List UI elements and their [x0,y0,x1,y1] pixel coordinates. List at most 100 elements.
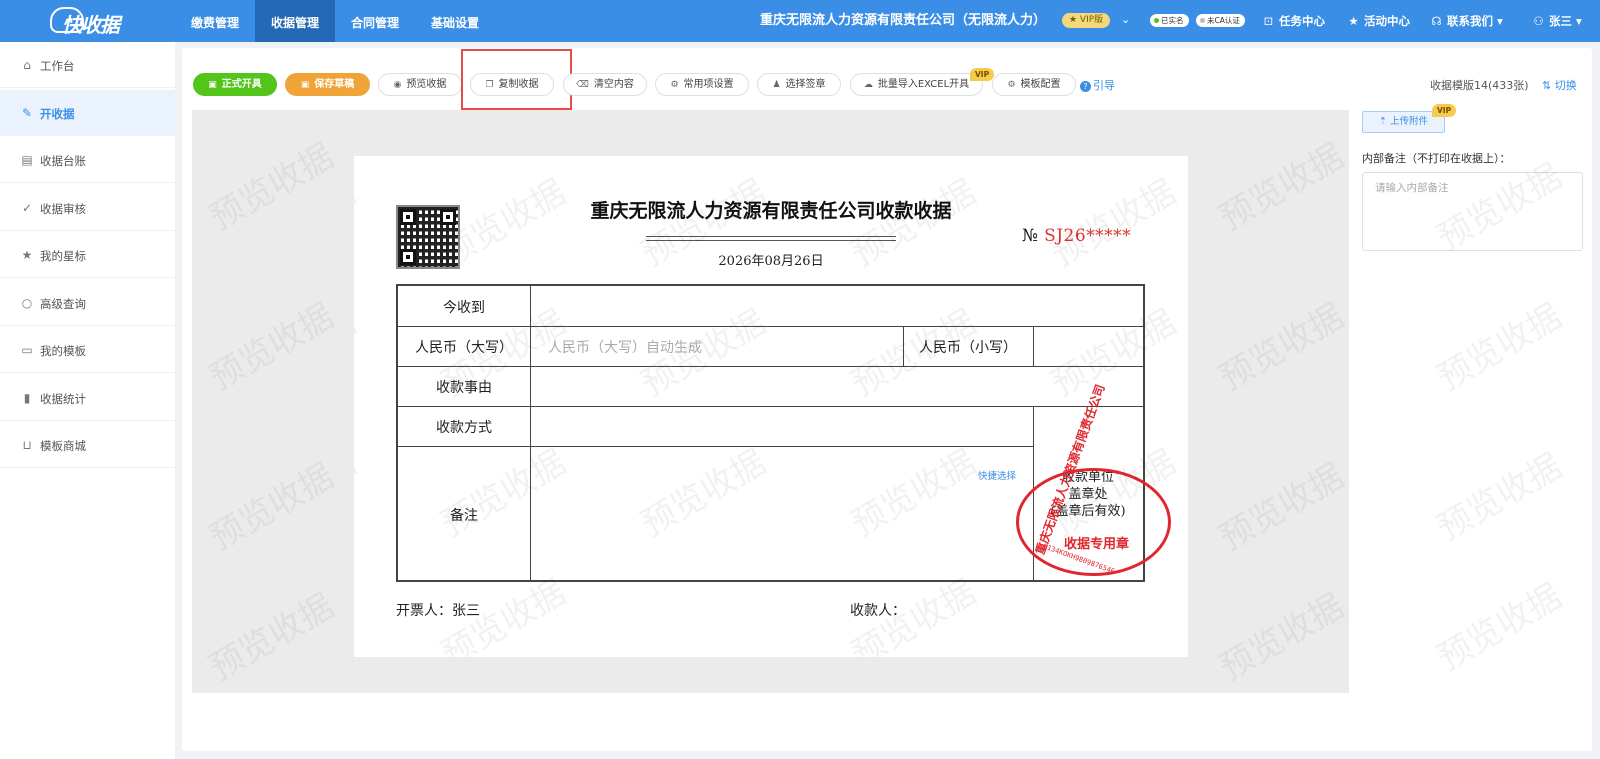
nav-contract-management[interactable]: 合同管理 [335,0,415,42]
rmb-lower-input[interactable] [1034,327,1143,366]
select-signature-button[interactable]: ♟ 选择签章 [757,73,841,96]
title-underline [646,240,896,241]
main-nav: 缴费管理 收据管理 合同管理 基础设置 [175,0,495,42]
user-menu[interactable]: ⚇ 张三 ▾ [1532,0,1581,42]
nav-payment-management[interactable]: 缴费管理 [175,0,255,42]
title-underline [646,236,896,237]
watermark: 预览收据 [202,136,341,239]
rmb-lower-label: 人民币（小写） [919,340,1017,356]
template-info: 收据模版14(433张) [1430,79,1529,92]
check-circle-icon: ✓ [21,201,33,215]
status-dot-icon [1200,18,1205,23]
payment-method-input[interactable] [531,407,1033,446]
logo-text: 快收据 [62,13,120,37]
sidebar-item-advanced-search[interactable]: ○ 高级查询 [0,280,175,326]
received-from-label: 今收到 [443,300,485,316]
internal-note-label: 内部备注（不打印在收据上）： [1362,152,1511,165]
sidebar-item-issue-receipt[interactable]: ✎ 开收据 [0,90,175,136]
receipt-number: № SJ26***** [1022,226,1132,246]
user-icon: ⚇ [1533,14,1544,28]
eraser-icon: ⌫ [576,80,589,90]
vip-badge[interactable]: ★ VIP版 [1062,13,1111,28]
swap-icon: ⇅ [1542,79,1552,92]
cloud-upload-icon: ☁ [863,80,873,90]
cart-icon: ⊔ [22,438,32,452]
watermark: 预览收据 [354,302,363,405]
gear-icon: ⚙ [670,80,679,90]
preview-receipt-button[interactable]: ◉ 预览收据 [378,73,462,96]
bar-chart-icon: ▮ [23,391,31,405]
watermark: 预览收据 [202,456,341,559]
contact-us-link[interactable]: ☊ 联系我们 ▾ [1430,0,1502,42]
verified-badge[interactable]: 已实名 [1150,14,1189,27]
home-icon: ⌂ [23,58,31,72]
edit-icon: ✎ [21,106,33,120]
payment-reason-label: 收款事由 [436,380,492,396]
eye-icon: ◉ [393,80,402,90]
sidebar-item-template-store[interactable]: ⊔ 模板商城 [0,422,175,468]
gear-icon: ⚙ [1007,80,1016,90]
document-icon: ▣ [300,80,310,90]
sidebar-item-receipt-ledger[interactable]: ▤ 收据台账 [0,137,175,183]
star-icon: ★ [1348,14,1359,28]
sidebar-item-receipt-review[interactable]: ✓ 收据审核 [0,185,175,231]
headset-icon: ☊ [1431,14,1442,28]
nav-receipt-management[interactable]: 收据管理 [255,0,336,42]
vip-tag: VIP [1432,104,1457,117]
status-dot-icon [1154,18,1159,23]
receipt-paper: 重庆无限流人力资源有限责任公司收款收据 2026年08月26日 № SJ26***… [354,156,1188,657]
vip-tag: VIP [970,68,995,81]
watermark: 预览收据 [202,586,341,689]
upload-icon: ⇡ [1378,116,1387,127]
clipboard-icon: ▭ [21,343,33,357]
received-from-input[interactable] [531,286,1143,326]
remark-input[interactable] [531,447,1033,580]
common-items-settings-button[interactable]: ⚙ 常用项设置 [655,73,749,96]
switch-template-link[interactable]: ⇅ 切换 [1542,77,1577,93]
task-center-link[interactable]: ⊡ 任务中心 [1262,0,1325,42]
rmb-upper-label: 人民币（大写） [415,340,513,356]
watermark: 预览收据 [202,296,341,399]
payment-reason-input[interactable] [531,367,1143,406]
issuer-label: 开票人：张三 [396,603,480,619]
remark-label: 备注 [450,508,478,524]
receipt-title: 重庆无限流人力资源有限责任公司收款收据 [590,200,952,222]
sidebar: ⌂ 工作台 ✎ 开收据 ▤ 收据台账 ✓ 收据审核 ★ 我的星标 ○ 高级查询 … [0,42,175,759]
receipt-date[interactable]: 2026年08月26日 [354,250,1188,269]
chevron-down-icon[interactable]: ⌄ [1121,13,1130,26]
save-draft-button[interactable]: ▣ 保存草稿 [285,73,370,96]
issue-receipt-button[interactable]: ▣ 正式开具 [193,73,277,96]
sidebar-item-receipt-stats[interactable]: ▮ 收据统计 [0,375,175,421]
batch-import-excel-button[interactable]: ☁ 批量导入EXCEL开具 [850,73,983,96]
payee-label: 收款人： [850,603,906,619]
watermark: 预览收据 [1212,296,1349,399]
briefcase-icon: ⊡ [1263,14,1274,28]
clear-content-button[interactable]: ⌫ 清空内容 [563,73,647,96]
payment-method-label: 收款方式 [436,420,492,436]
sidebar-item-dashboard[interactable]: ⌂ 工作台 [0,42,175,88]
person-icon: ♟ [772,80,781,90]
activity-center-link[interactable]: ★ 活动中心 [1347,0,1410,42]
question-icon: ? [1080,81,1091,92]
highlight-box [461,49,572,110]
search-icon: ○ [21,296,33,310]
document-icon: ▤ [21,153,33,167]
nav-basic-settings[interactable]: 基础设置 [415,0,495,42]
watermark: 预览收据 [1212,136,1349,239]
internal-note-input[interactable] [1362,172,1583,251]
company-seal: 重庆无限流人力资源有限责任公司 收据专用章 9134KOKH9809876546 [1016,383,1171,576]
watermark: 预览收据 [1212,586,1349,689]
rmb-upper-input[interactable] [531,327,903,366]
template-config-button[interactable]: ⚙ 模板配置 [992,73,1076,96]
ca-status-badge[interactable]: 未CA认证 [1196,14,1245,27]
star-icon: ★ [21,248,33,262]
watermark: 预览收据 [1212,456,1349,559]
guide-link[interactable]: ? 引导 [1080,77,1115,93]
sidebar-item-my-starred[interactable]: ★ 我的星标 [0,232,175,278]
app-logo[interactable]: 快收据 [50,5,120,37]
document-icon: ▣ [208,80,217,90]
watermark: 预览收据 [354,442,363,545]
sidebar-item-my-templates[interactable]: ▭ 我的模板 [0,327,175,373]
top-navigation-bar: 快收据 缴费管理 收据管理 合同管理 基础设置 重庆无限流人力资源有限责任公司（… [0,0,1600,42]
company-name: 重庆无限流人力资源有限责任公司（无限流人力） [760,13,1047,28]
